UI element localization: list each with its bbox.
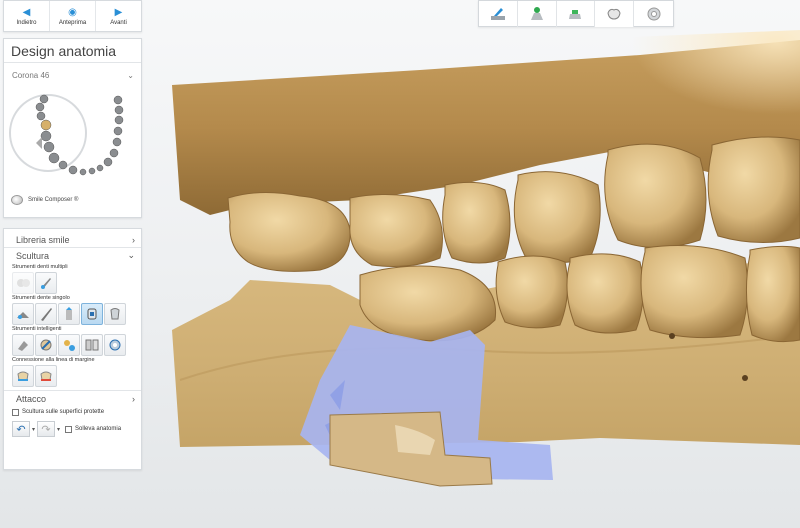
smile-composer-label: Smile Composer ® xyxy=(28,197,79,203)
smile-library-header[interactable]: Libreria smile › xyxy=(4,232,141,247)
arrow-right-icon: ▶ xyxy=(114,6,123,18)
left-panel: ◀ Indietro ◉ Anteprima ▶ Avanti Design a… xyxy=(3,0,142,470)
chevron-right-icon: › xyxy=(132,234,135,245)
forward-button[interactable]: ▶ Avanti xyxy=(96,1,141,31)
transform-tool[interactable] xyxy=(12,302,34,325)
shape-tool[interactable] xyxy=(104,302,126,325)
lift-anatomy-label: Solleva anatomia xyxy=(75,426,122,432)
nav-bar: ◀ Indietro ◉ Anteprima ▶ Avanti xyxy=(3,0,142,32)
back-button[interactable]: ◀ Indietro xyxy=(4,1,50,31)
design-anatomy-card: Design anatomia Corona 46 ⌄ Smile Compos… xyxy=(3,38,142,218)
attachment-header[interactable]: Attacco › xyxy=(4,391,141,406)
single-tools-label: Strumenti dente singolo xyxy=(12,295,70,301)
sculpt-label: Scultura xyxy=(16,250,50,261)
smile-composer-icon xyxy=(11,195,23,205)
finish-step-icon[interactable] xyxy=(634,1,673,27)
redo-button[interactable]: ↷ xyxy=(37,421,56,437)
sculpt-protected-label: Scultura sulle superfici protette xyxy=(22,409,105,415)
smart-occlusion-tool[interactable] xyxy=(58,333,80,356)
eye-icon: ◉ xyxy=(68,6,77,18)
tools-card: Libreria smile › Scultura ⌄ Strumenti de… xyxy=(3,228,142,470)
smile-composer-row[interactable]: Smile Composer ® xyxy=(11,195,78,205)
attachment-label: Attacco xyxy=(16,393,47,404)
smart-gingiva-tool[interactable] xyxy=(104,333,126,356)
workflow-steps-bar xyxy=(478,0,674,27)
margin-adapt-tool[interactable] xyxy=(35,364,57,387)
smart-contact-tool[interactable] xyxy=(35,333,57,356)
lift-anatomy-row[interactable]: Solleva anatomia xyxy=(62,423,121,435)
smooth-tool[interactable] xyxy=(81,302,103,325)
sculpt-protected-checkbox[interactable] xyxy=(12,408,19,416)
smart-tools-label: Strumenti intelligenti xyxy=(12,326,62,332)
crown-design-step-icon[interactable] xyxy=(595,1,635,27)
undo-button[interactable]: ↶ xyxy=(12,421,30,437)
margin-connect-tool[interactable] xyxy=(12,364,34,387)
chevron-right-icon: › xyxy=(132,393,135,404)
preview-label: Anteprima xyxy=(58,19,87,26)
page-title: Design anatomia xyxy=(4,39,141,63)
multi-tools-label: Strumenti denti multipli xyxy=(12,264,68,270)
morph-tool[interactable] xyxy=(58,302,80,325)
arrow-left-icon: ◀ xyxy=(22,6,31,18)
margin-step-icon[interactable] xyxy=(557,1,596,27)
chevron-down-icon: ⌄ xyxy=(127,250,135,260)
scan-step-icon[interactable] xyxy=(479,1,518,27)
lift-anatomy-checkbox[interactable] xyxy=(65,425,73,433)
smart-interproximal-tool[interactable] xyxy=(81,333,103,356)
sculpt-header[interactable]: Scultura ⌄ xyxy=(4,248,141,263)
multi-transform-tool[interactable] xyxy=(12,271,34,294)
chevron-down-icon: ⌄ xyxy=(127,70,134,80)
crown-label: Corona 46 xyxy=(12,70,50,80)
multi-sculpt-tool[interactable] xyxy=(35,271,57,294)
sculpt-protected-row[interactable]: Scultura sulle superfici protette xyxy=(4,406,141,418)
model-step-icon[interactable] xyxy=(518,1,557,27)
wax-knife-tool[interactable] xyxy=(35,302,57,325)
margin-connection-label: Connessione alla linea di margine xyxy=(12,357,95,363)
smile-library-label: Libreria smile xyxy=(16,234,70,245)
crown-selector[interactable]: Corona 46 ⌄ xyxy=(4,63,141,81)
smart-adjust-tool[interactable] xyxy=(12,333,34,356)
preview-button[interactable]: ◉ Anteprima xyxy=(50,1,96,31)
back-label: Indietro xyxy=(16,19,37,26)
forward-label: Avanti xyxy=(110,19,127,26)
undo-dropdown-icon[interactable]: ▾ xyxy=(32,426,35,433)
redo-dropdown-icon[interactable]: ▾ xyxy=(57,426,60,433)
tooth-chart[interactable] xyxy=(6,93,138,183)
